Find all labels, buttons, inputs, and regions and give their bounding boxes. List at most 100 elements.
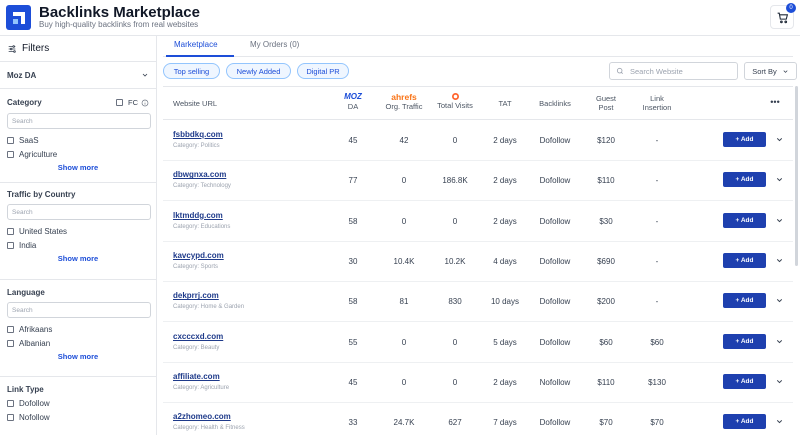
checkbox[interactable] <box>7 241 14 249</box>
website-link[interactable]: dekprrj.com <box>173 291 219 300</box>
add-button[interactable]: + Add <box>723 333 766 349</box>
add-button[interactable]: + Add <box>723 132 766 147</box>
language-search-input[interactable]: Search <box>7 302 151 318</box>
chip-newly-added[interactable]: Newly Added <box>226 63 291 79</box>
col-total-visits-label: Total Visits <box>437 101 473 110</box>
cell-insertion: - <box>655 216 659 226</box>
cell-visits: 0 <box>452 337 458 347</box>
website-link[interactable]: affiliate.com <box>173 372 220 381</box>
link-type-option-dofollow[interactable]: Dofollow <box>7 396 149 410</box>
cell-guest: $110 <box>597 377 615 387</box>
cart-count-badge: 0 <box>786 3 796 13</box>
category-option-saas[interactable]: SaaS <box>7 133 149 147</box>
cell-guest: $690 <box>597 256 615 266</box>
table-row: kavcypd.com Category: Sports 30 10.4K 10.2K 4… <box>163 242 793 282</box>
cell-da: 33 <box>348 418 358 428</box>
language-show-more-link[interactable]: Show more <box>7 350 149 364</box>
ahrefs-logo: ahrefs <box>391 92 417 102</box>
cart-button[interactable]: 0 <box>770 3 796 29</box>
col-org-traffic[interactable]: ahrefs Org. Traffic <box>378 92 430 111</box>
traffic-show-more-link[interactable]: Show more <box>7 252 149 266</box>
website-link[interactable]: kavcypd.com <box>173 251 224 260</box>
cell-guest: $60 <box>599 337 613 347</box>
checkbox[interactable] <box>7 339 14 347</box>
checkbox[interactable] <box>7 413 14 421</box>
chevron-down-icon[interactable] <box>775 417 784 426</box>
add-button[interactable]: + Add <box>723 252 766 268</box>
search-placeholder: Search Website <box>630 66 683 76</box>
cell-da: 45 <box>348 136 358 145</box>
option-label: Nofollow <box>19 412 50 422</box>
chip-digital-pr[interactable]: Digital PR <box>297 63 349 79</box>
info-icon <box>141 99 149 106</box>
tab-marketplace[interactable]: Marketplace <box>174 40 218 49</box>
cell-backlinks: Dofollow <box>539 216 571 226</box>
cell-da: 58 <box>348 297 358 307</box>
col-total-visits[interactable]: Total Visits <box>432 92 478 110</box>
website-link[interactable]: dbwgnxa.com <box>173 170 226 179</box>
website-link[interactable]: fsbbdkq.com <box>173 130 223 139</box>
checkbox[interactable] <box>7 325 14 333</box>
traffic-search-input[interactable]: Search <box>7 204 151 220</box>
website-link[interactable]: a2zhomeo.com <box>173 412 231 421</box>
moz-logo: MOZ <box>344 92 362 101</box>
cart-icon <box>777 12 788 23</box>
col-link-insertion[interactable]: Link Insertion <box>639 94 675 112</box>
cell-traffic: 0 <box>401 216 407 226</box>
moz-da-filter[interactable]: Moz DA <box>0 62 156 89</box>
website-category: Category: Home & Garden <box>173 304 245 311</box>
chevron-down-icon[interactable] <box>775 135 784 144</box>
add-button[interactable]: + Add <box>723 293 766 309</box>
add-button[interactable]: + Add <box>723 373 766 389</box>
more-options-icon[interactable]: ••• <box>765 97 785 108</box>
category-show-more-link[interactable]: Show more <box>7 161 149 175</box>
cell-da: 30 <box>348 256 358 266</box>
add-button[interactable]: + Add <box>723 172 766 188</box>
col-tat[interactable]: TAT <box>493 99 517 108</box>
website-link[interactable]: lktmddg.com <box>173 211 223 220</box>
cell-tat: 2 days <box>493 176 517 186</box>
cell-tat: 10 days <box>490 297 520 307</box>
col-da[interactable]: MOZ DA <box>338 92 368 111</box>
cell-guest: $120 <box>597 136 615 145</box>
language-option-afrikaans[interactable]: Afrikaans <box>7 322 149 336</box>
country-option-india[interactable]: India <box>7 238 149 252</box>
cell-da: 55 <box>348 337 358 347</box>
cell-da: 77 <box>348 176 358 186</box>
category-option-agriculture[interactable]: Agriculture <box>7 147 149 161</box>
chip-top-selling[interactable]: Top selling <box>163 63 220 79</box>
filters-header: Filters <box>0 36 156 62</box>
language-option-albanian[interactable]: Albanian <box>7 336 149 350</box>
cell-visits: 0 <box>452 136 458 145</box>
checkbox[interactable] <box>7 227 14 235</box>
website-link[interactable]: cxcccxd.com <box>173 332 223 341</box>
checkbox[interactable] <box>7 399 14 407</box>
vertical-scrollbar[interactable] <box>795 86 798 266</box>
website-category: Category: Educations <box>173 223 231 230</box>
tab-my-orders[interactable]: My Orders (0) <box>250 40 299 49</box>
category-search-input[interactable]: Search <box>7 113 151 129</box>
fc-label: FC <box>128 98 138 107</box>
filters-title: Filters <box>22 43 50 54</box>
country-option-united-states[interactable]: United States <box>7 224 149 238</box>
col-backlinks[interactable]: Backlinks <box>533 99 577 108</box>
website-category: Category: Sports <box>173 263 219 270</box>
chevron-down-icon[interactable] <box>775 377 784 386</box>
fc-checkbox[interactable] <box>116 99 123 106</box>
chevron-down-icon[interactable] <box>775 337 784 346</box>
cell-insertion: $60 <box>650 337 664 347</box>
chevron-down-icon[interactable] <box>775 216 784 225</box>
checkbox[interactable] <box>7 136 14 144</box>
cell-backlinks: Dofollow <box>539 297 571 307</box>
link-type-option-nofollow[interactable]: Nofollow <box>7 410 149 424</box>
add-button[interactable]: + Add <box>723 414 766 430</box>
cell-visits: 10.2K <box>444 256 466 266</box>
sort-by-dropdown[interactable]: Sort By <box>744 62 797 80</box>
chevron-down-icon[interactable] <box>775 175 784 184</box>
chevron-down-icon[interactable] <box>775 296 784 305</box>
chevron-down-icon[interactable] <box>775 256 784 265</box>
add-button[interactable]: + Add <box>723 212 766 228</box>
website-search-input[interactable]: Search Website <box>609 62 738 80</box>
col-guest-post[interactable]: Guest Post <box>591 94 621 112</box>
checkbox[interactable] <box>7 150 14 158</box>
